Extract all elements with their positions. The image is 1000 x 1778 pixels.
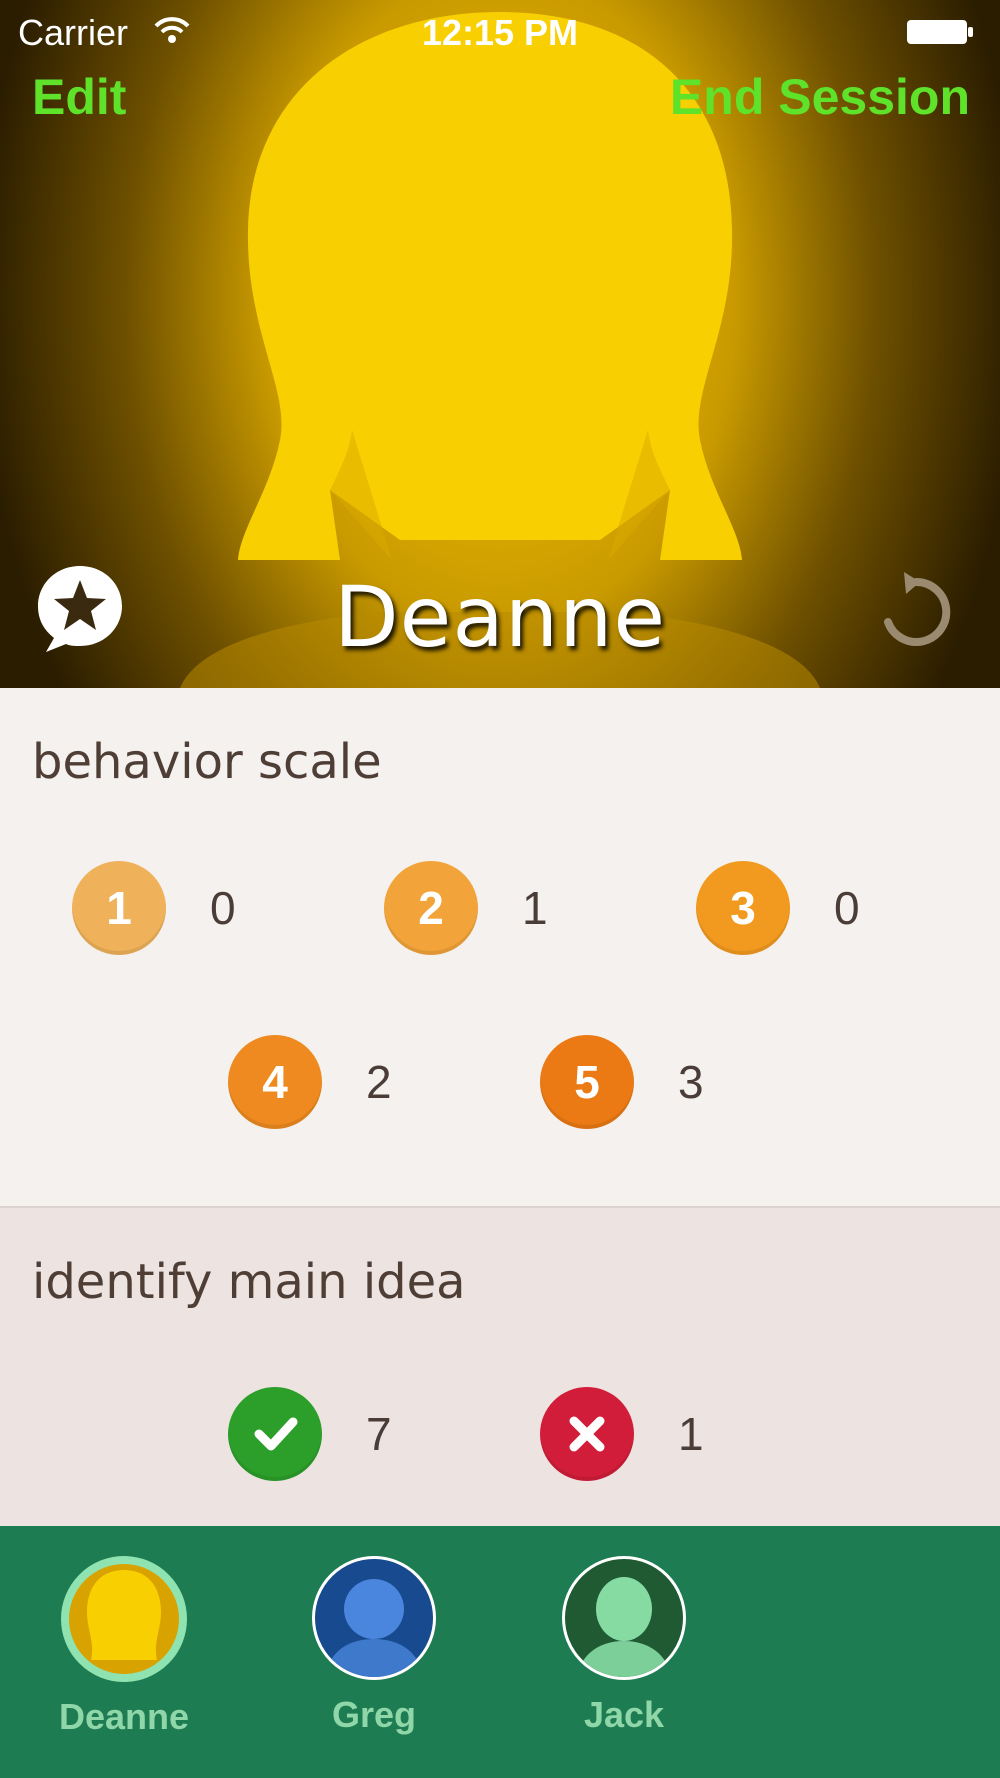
behavior-score-2[interactable]: 2 1 [384,860,548,956]
student-name: Deanne [334,568,666,666]
behavior-scale-section: behavior scale 1 0 2 1 3 0 4 2 5 3 [0,688,1000,1204]
score-2-badge: 2 [384,861,478,955]
score-1-count: 0 [210,882,236,934]
tab-jack-label: Jack [583,1694,665,1735]
clock: 12:15 PM [421,12,579,53]
x-icon [540,1387,634,1481]
score-3-badge: 3 [696,861,790,955]
score-1-badge: 1 [72,861,166,955]
tab-deanne-label: Deanne [58,1696,190,1737]
tab-greg-label: Greg [331,1694,417,1735]
tab-deanne[interactable]: Deanne [44,1556,204,1738]
tab-jack[interactable]: Jack [544,1556,704,1736]
behavior-score-4[interactable]: 4 2 [228,1034,392,1130]
avatar-deanne [61,1556,187,1682]
behavior-score-1[interactable]: 1 0 [72,860,236,956]
tab-greg[interactable]: Greg [294,1556,454,1736]
main-idea-title: identify main idea [32,1254,466,1310]
behavior-score-5[interactable]: 5 3 [540,1034,704,1130]
score-5-count: 3 [678,1056,704,1108]
avatar-jack [562,1556,686,1680]
score-4-badge: 4 [228,1035,322,1129]
behavior-scale-title: behavior scale [32,734,382,790]
correct-count: 7 [366,1408,392,1460]
score-2-count: 1 [522,882,548,934]
incorrect-tally[interactable]: 1 [540,1386,704,1482]
main-idea-section: identify main idea 7 1 [0,1206,1000,1528]
edit-button[interactable]: Edit [32,68,126,126]
avatar-greg [312,1556,436,1680]
person-icon [87,1570,161,1660]
student-tab-bar: Deanne Greg Jack [0,1526,1000,1778]
correct-tally[interactable]: 7 [228,1386,392,1482]
person-icon [325,1579,423,1677]
undo-icon[interactable] [870,566,962,658]
end-session-button[interactable]: End Session [670,68,970,126]
battery-icon [907,20,973,44]
incorrect-count: 1 [678,1408,704,1460]
check-icon [228,1387,322,1481]
student-header: Carrier 12:15 PM Edit End Session Deanne [0,0,1000,688]
person-icon [577,1577,671,1677]
score-4-count: 2 [366,1056,392,1108]
behavior-score-3[interactable]: 3 0 [696,860,860,956]
score-3-count: 0 [834,882,860,934]
score-5-badge: 5 [540,1035,634,1129]
status-bar: Carrier 12:15 PM [0,0,1000,64]
